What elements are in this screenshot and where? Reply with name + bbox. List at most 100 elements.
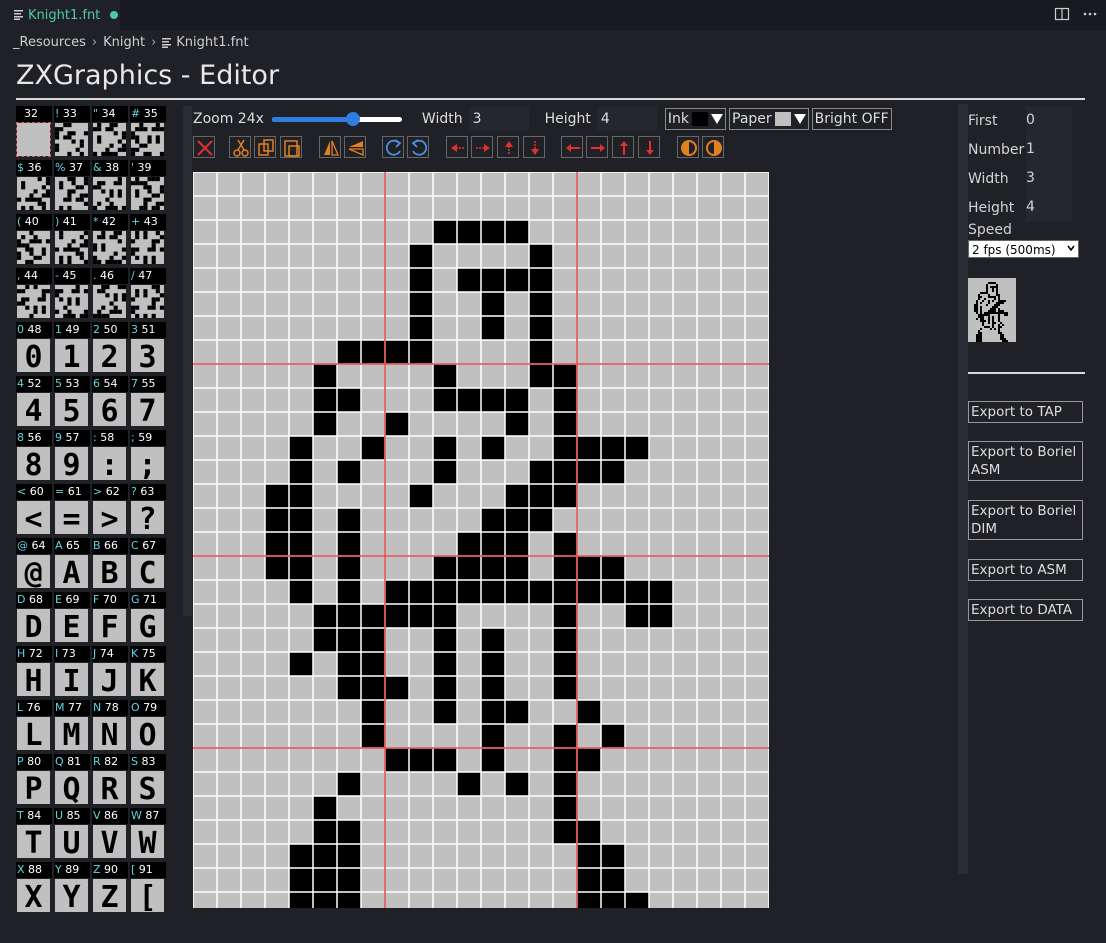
ink-pixel[interactable] (553, 676, 577, 700)
ink-pixel[interactable] (481, 220, 505, 244)
ink-pixel[interactable] (553, 556, 577, 580)
ink-pixel[interactable] (577, 892, 601, 908)
ink-pixel[interactable] (361, 628, 385, 652)
ink-pixel[interactable] (529, 340, 553, 364)
breadcrumb-item-file[interactable]: Knight1.fnt (176, 35, 248, 50)
ink-pixel[interactable] (505, 580, 529, 604)
move-down-button[interactable] (638, 136, 660, 158)
char-cell[interactable]: ; 59; (130, 430, 166, 480)
ink-pixel[interactable] (553, 436, 577, 460)
ink-pixel[interactable] (337, 340, 361, 364)
ink-pixel[interactable] (529, 508, 553, 532)
ink-pixel[interactable] (313, 604, 337, 628)
char-cell[interactable]: < 60 < (16, 484, 52, 534)
ink-pixel[interactable] (457, 388, 481, 412)
ink-pixel[interactable] (553, 628, 577, 652)
width-value-input[interactable]: 3 (1026, 164, 1072, 193)
char-cell[interactable]: W 87 W (130, 808, 166, 858)
ink-pixel[interactable] (553, 772, 577, 796)
ink-pixel[interactable] (433, 652, 457, 676)
char-cell[interactable]: T 84 T (16, 808, 52, 858)
char-cell[interactable]: 6 54 6 (92, 376, 128, 426)
ink-pixel[interactable] (601, 556, 625, 580)
shift-right-button[interactable] (471, 136, 493, 158)
export-boriel-dim-button[interactable]: Export to Boriel DIM (968, 500, 1083, 540)
ink-pixel[interactable] (433, 556, 457, 580)
ink-pixel[interactable] (481, 436, 505, 460)
move-up-button[interactable] (612, 136, 634, 158)
shift-left-button[interactable] (446, 136, 468, 158)
editor-tab[interactable]: Knight1.fnt (0, 0, 120, 30)
char-cell[interactable]: [ 91[ (130, 862, 166, 912)
ink-color-button[interactable]: Ink (664, 108, 726, 130)
ink-pixel[interactable] (553, 796, 577, 820)
ink-pixel[interactable] (481, 628, 505, 652)
ink-pixel[interactable] (433, 748, 457, 772)
ink-pixel[interactable] (505, 388, 529, 412)
char-cell[interactable]: ' 39 (130, 160, 166, 210)
ink-pixel[interactable] (289, 460, 313, 484)
ink-pixel[interactable] (337, 676, 361, 700)
ink-pixel[interactable] (505, 556, 529, 580)
ink-pixel[interactable] (337, 388, 361, 412)
ink-pixel[interactable] (289, 892, 313, 908)
ink-pixel[interactable] (457, 220, 481, 244)
char-cell[interactable]: Y 89 Y (54, 862, 90, 912)
ink-pixel[interactable] (649, 580, 673, 604)
ink-pixel[interactable] (481, 532, 505, 556)
flip-horizontal-button[interactable] (319, 136, 341, 158)
ink-pixel[interactable] (313, 412, 337, 436)
ink-pixel[interactable] (505, 220, 529, 244)
char-cell[interactable]: J 74 J (92, 646, 128, 696)
ink-pixel[interactable] (385, 604, 409, 628)
char-cell[interactable]: 7 55 7 (130, 376, 166, 426)
char-cell[interactable]: 3 51 3 (130, 322, 166, 372)
char-cell[interactable]: H 72 H (16, 646, 52, 696)
char-cell[interactable]: D 68 D (16, 592, 52, 642)
ink-pixel[interactable] (457, 532, 481, 556)
ink-pixel[interactable] (649, 604, 673, 628)
ink-pixel[interactable] (529, 580, 553, 604)
ink-pixel[interactable] (409, 484, 433, 508)
shift-down-button[interactable] (523, 136, 545, 158)
char-cell[interactable]: 1 49 1 (54, 322, 90, 372)
ink-pixel[interactable] (433, 460, 457, 484)
char-cell[interactable]: # 35 (130, 106, 166, 156)
char-cell[interactable]: K 75 K (130, 646, 166, 696)
char-cell[interactable]: 4 52 4 (16, 376, 52, 426)
char-cell[interactable]: / 47 (130, 268, 166, 318)
char-cell[interactable]: > 62 > (92, 484, 128, 534)
ink-pixel[interactable] (625, 436, 649, 460)
ink-pixel[interactable] (289, 484, 313, 508)
ink-pixel[interactable] (265, 532, 289, 556)
ink-pixel[interactable] (289, 868, 313, 892)
ink-pixel[interactable] (553, 580, 577, 604)
char-cell[interactable]: E 69 E (54, 592, 90, 642)
ink-pixel[interactable] (601, 868, 625, 892)
char-cell[interactable]: ) 41 (54, 214, 90, 264)
zoom-slider-knob[interactable] (345, 112, 360, 126)
char-cell[interactable]: , 44 (16, 268, 52, 318)
ink-pixel[interactable] (553, 532, 577, 556)
ink-pixel[interactable] (433, 676, 457, 700)
char-cell[interactable]: $ 36 (16, 160, 52, 210)
char-cell[interactable]: P 80 P (16, 754, 52, 804)
char-cell[interactable]: " 34 (92, 106, 128, 156)
ink-pixel[interactable] (409, 244, 433, 268)
ink-pixel[interactable] (529, 316, 553, 340)
char-cell[interactable]: - 45 (54, 268, 90, 318)
ink-pixel[interactable] (481, 580, 505, 604)
ink-pixel[interactable] (481, 748, 505, 772)
ink-pixel[interactable] (481, 508, 505, 532)
copy-button[interactable] (254, 136, 276, 158)
ink-pixel[interactable] (409, 316, 433, 340)
ink-pixel[interactable] (313, 868, 337, 892)
ink-pixel[interactable] (433, 700, 457, 724)
ink-pixel[interactable] (361, 604, 385, 628)
ink-pixel[interactable] (409, 580, 433, 604)
char-cell[interactable]: V 86 V (92, 808, 128, 858)
ink-pixel[interactable] (433, 628, 457, 652)
ink-pixel[interactable] (337, 772, 361, 796)
ink-pixel[interactable] (481, 652, 505, 676)
ink-pixel[interactable] (337, 580, 361, 604)
